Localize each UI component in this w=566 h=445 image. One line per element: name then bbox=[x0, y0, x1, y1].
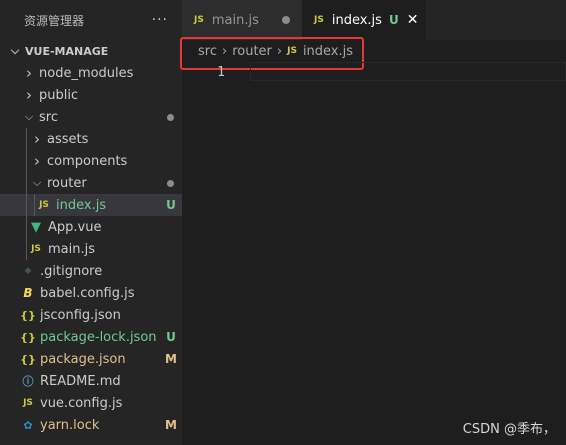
chevron-right-icon: › bbox=[26, 64, 32, 82]
unsaved-dot-icon[interactable] bbox=[282, 16, 290, 24]
project-name: VUE-MANAGE bbox=[25, 44, 109, 58]
tree-item-label: babel.config.js bbox=[40, 285, 135, 301]
explorer-sidebar: 资源管理器 ··· ⌵ VUE-MANAGE › node_modules › pub… bbox=[0, 0, 182, 445]
chevron-down-icon: ⌵ bbox=[10, 44, 20, 57]
tree-folder-src[interactable]: ⌵ src bbox=[0, 106, 182, 128]
tree-folder-public[interactable]: › public bbox=[0, 84, 182, 106]
tree-folder-assets[interactable]: › assets bbox=[0, 128, 182, 150]
git-change-dot-icon bbox=[167, 179, 174, 187]
tree-file-yarn-lock[interactable]: ✿ yarn.lock M bbox=[0, 414, 182, 436]
tree-item-label: README.md bbox=[40, 373, 121, 389]
tree-folder-components[interactable]: › components bbox=[0, 150, 182, 172]
indent-guide bbox=[26, 238, 27, 260]
tree-item-label: index.js bbox=[56, 197, 107, 213]
tree-file-index-js[interactable]: JS index.js U bbox=[0, 194, 182, 216]
babel-file-icon: B bbox=[23, 286, 33, 300]
tree-file-app-vue[interactable]: ▼ App.vue bbox=[0, 216, 182, 238]
git-file-icon: ◆ bbox=[24, 266, 32, 276]
file-tree: › node_modules › public ⌵ src › assets › componen… bbox=[0, 62, 182, 436]
tree-folder-node-modules[interactable]: › node_modules bbox=[0, 62, 182, 84]
untracked-badge: U bbox=[388, 13, 399, 27]
tree-item-label: src bbox=[39, 109, 58, 125]
json-file-icon: {} bbox=[20, 308, 36, 322]
tab-label: index.js bbox=[331, 12, 382, 28]
indent-guide bbox=[26, 194, 27, 216]
line-number: 1 bbox=[217, 64, 225, 80]
tree-item-label: main.js bbox=[48, 241, 95, 257]
tree-file-gitignore[interactable]: ◆ .gitignore bbox=[0, 260, 182, 282]
tree-item-label: node_modules bbox=[39, 65, 134, 81]
js-file-icon: JS bbox=[39, 200, 49, 210]
tree-file-readme-md[interactable]: ⓘ README.md bbox=[0, 370, 182, 392]
tree-file-jsconfig-json[interactable]: {} jsconfig.json bbox=[0, 304, 182, 326]
tree-item-label: components bbox=[47, 153, 128, 169]
tree-file-main-js[interactable]: JS main.js bbox=[0, 238, 182, 260]
explorer-header: 资源管理器 ··· bbox=[0, 0, 182, 40]
js-file-icon: JS bbox=[31, 244, 41, 254]
indent-guide bbox=[26, 128, 27, 150]
tree-item-label: public bbox=[39, 87, 79, 103]
indent-guide bbox=[26, 216, 27, 238]
tree-item-label: jsconfig.json bbox=[40, 307, 121, 323]
editor-tabs: JS main.js JS index.js U ✕ bbox=[182, 0, 566, 40]
tree-item-label: vue.config.js bbox=[40, 395, 123, 411]
tree-file-babel-config-js[interactable]: Bbabel.config.js bbox=[0, 282, 182, 304]
indent-guide bbox=[26, 172, 27, 194]
chevron-right-icon: › bbox=[34, 152, 40, 170]
tree-folder-router[interactable]: ⌵ router bbox=[0, 172, 182, 194]
tree-file-package-json[interactable]: {} package.json M bbox=[0, 348, 182, 370]
git-status-badge: M bbox=[165, 418, 177, 432]
tree-item-label: package.json bbox=[40, 351, 126, 367]
chevron-right-icon: › bbox=[26, 86, 32, 104]
tree-item-label: router bbox=[47, 175, 87, 191]
indent-guide bbox=[26, 150, 27, 172]
project-section-header[interactable]: ⌵ VUE-MANAGE bbox=[0, 40, 182, 62]
git-status-badge: U bbox=[166, 330, 176, 344]
tab-main-js[interactable]: JS main.js bbox=[182, 0, 302, 40]
close-icon[interactable]: ✕ bbox=[407, 12, 419, 28]
git-status-badge: M bbox=[165, 352, 177, 366]
tree-file-package-lock-json[interactable]: {} package-lock.json U bbox=[0, 326, 182, 348]
tree-item-label: yarn.lock bbox=[40, 417, 100, 433]
chevron-right-icon: › bbox=[34, 130, 40, 148]
git-change-dot-icon bbox=[167, 113, 174, 121]
watermark: CSDN @季布， bbox=[462, 422, 556, 437]
more-actions-icon[interactable]: ··· bbox=[152, 12, 168, 28]
tab-index-js[interactable]: JS index.js U ✕ bbox=[302, 0, 427, 40]
tree-file-vue-config-js[interactable]: JS vue.config.js bbox=[0, 392, 182, 414]
js-file-icon: JS bbox=[314, 15, 324, 25]
json-file-icon: {} bbox=[20, 330, 36, 344]
tree-item-label: assets bbox=[47, 131, 89, 147]
js-file-icon: JS bbox=[194, 15, 204, 25]
chevron-down-icon: ⌵ bbox=[24, 110, 34, 123]
vue-file-icon: ▼ bbox=[31, 219, 41, 235]
explorer-title: 资源管理器 bbox=[24, 13, 85, 28]
current-line-highlight bbox=[250, 62, 566, 81]
js-file-icon: JS bbox=[23, 398, 33, 408]
tree-item-label: App.vue bbox=[48, 219, 102, 235]
code-editor[interactable]: 1 bbox=[182, 62, 566, 445]
tab-label: main.js bbox=[211, 12, 259, 28]
yarn-file-icon: ✿ bbox=[23, 418, 33, 432]
indent-guide bbox=[34, 194, 35, 216]
info-file-icon: ⓘ bbox=[22, 375, 34, 388]
tree-item-label: package-lock.json bbox=[40, 329, 157, 345]
tree-item-label: .gitignore bbox=[40, 263, 103, 279]
chevron-down-icon: ⌵ bbox=[32, 176, 42, 189]
git-status-badge: U bbox=[166, 198, 176, 212]
json-file-icon: {} bbox=[20, 352, 36, 366]
